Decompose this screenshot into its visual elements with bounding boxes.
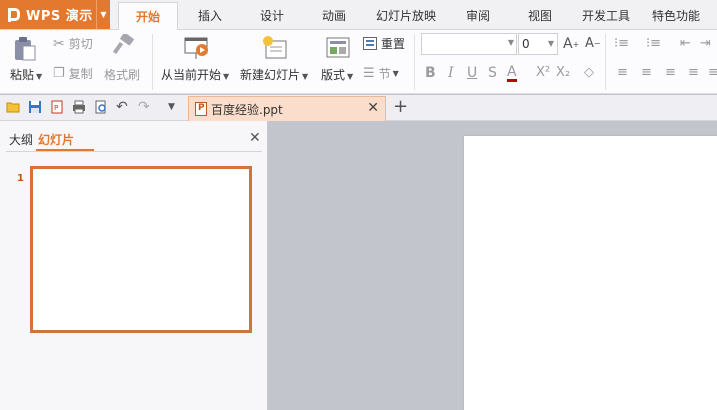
- chevron-down-icon: ▼: [36, 72, 43, 81]
- close-icon[interactable]: ✕: [249, 130, 261, 146]
- bold-icon[interactable]: B: [425, 65, 436, 81]
- copy-icon: ❐: [53, 66, 65, 81]
- slide-thumbnail[interactable]: [30, 166, 252, 333]
- subscript-icon[interactable]: X₂: [556, 65, 570, 80]
- app-name: WPS 演示: [26, 9, 93, 24]
- menu-bar: WPS 演示 ▼ 开始 插入 设计 动画 幻灯片放映 审阅 视图 开发工具 特色…: [0, 0, 717, 31]
- new-slide-label: 新建幻灯片: [240, 68, 301, 82]
- svg-text:P: P: [54, 104, 58, 112]
- slide-editor-canvas[interactable]: [269, 121, 717, 410]
- close-icon[interactable]: ✕: [367, 100, 379, 116]
- section-icon: ☰: [363, 66, 375, 81]
- from-current-label: 从当前开始: [161, 68, 222, 82]
- open-folder-icon[interactable]: [6, 100, 20, 114]
- chevron-down-icon: ▼: [507, 38, 514, 47]
- slideshow-play-icon[interactable]: [184, 36, 210, 63]
- document-title: 百度经验.ppt: [211, 102, 283, 117]
- font-name-select[interactable]: ▼: [421, 33, 517, 55]
- print-preview-icon[interactable]: [94, 100, 108, 114]
- layout-button[interactable]: 版式 ▼: [321, 66, 353, 83]
- quick-access-toolbar: P ↶ ↷ ▼ 百度经验.ppt ✕ +: [0, 95, 717, 121]
- new-tab-plus-icon[interactable]: +: [393, 96, 408, 117]
- save-icon[interactable]: [28, 100, 42, 114]
- increase-indent-icon[interactable]: ⇥: [700, 36, 711, 51]
- layout-label: 版式: [321, 68, 346, 82]
- redo-icon[interactable]: ↷: [138, 100, 152, 114]
- wps-logo-icon: [6, 7, 22, 23]
- chevron-down-icon: ▼: [392, 69, 399, 78]
- reset-icon: [363, 37, 377, 50]
- undo-icon[interactable]: ↶: [116, 100, 130, 114]
- chevron-down-icon[interactable]: ▼: [96, 0, 110, 29]
- tab-view[interactable]: 视图: [522, 0, 558, 30]
- grow-font-icon[interactable]: A +: [563, 36, 579, 52]
- paste-button[interactable]: 粘贴 ▼: [10, 66, 42, 83]
- panel-tabs: 大纲 幻灯片 ✕: [0, 121, 268, 152]
- clear-format-icon[interactable]: ◇: [584, 65, 594, 80]
- justify-icon[interactable]: ≡: [688, 65, 699, 80]
- tab-home[interactable]: 开始: [118, 2, 178, 31]
- slide-number: 1: [17, 173, 24, 184]
- tab-special[interactable]: 特色功能: [648, 0, 704, 30]
- divider: [605, 34, 606, 90]
- divider: [414, 34, 415, 90]
- chevron-down-icon: ▼: [547, 39, 554, 48]
- italic-icon[interactable]: I: [448, 65, 454, 81]
- chevron-down-icon: ▼: [302, 72, 309, 81]
- reset-button[interactable]: 重置: [363, 35, 405, 52]
- app-menu-button[interactable]: WPS 演示 ▼: [0, 0, 110, 29]
- tab-developer[interactable]: 开发工具: [578, 0, 634, 30]
- font-size-value: 0: [522, 37, 530, 51]
- cut-label: 剪切: [68, 37, 93, 51]
- new-slide-button[interactable]: 新建幻灯片 ▼: [240, 66, 308, 83]
- tab-slideshow[interactable]: 幻灯片放映: [372, 0, 440, 30]
- shrink-font-icon[interactable]: A −: [585, 36, 601, 51]
- tab-insert[interactable]: 插入: [192, 0, 228, 30]
- section-label: 节: [378, 67, 391, 81]
- divider: [152, 34, 153, 90]
- slides-panel: 大纲 幻灯片 ✕ 1: [0, 121, 268, 410]
- paste-label: 粘贴: [10, 68, 35, 82]
- current-slide[interactable]: [464, 136, 717, 410]
- from-current-button[interactable]: 从当前开始 ▼: [161, 66, 229, 83]
- divider: [6, 151, 262, 152]
- ppt-file-icon: [195, 102, 207, 116]
- align-left-icon[interactable]: ≡: [617, 65, 628, 80]
- decrease-indent-icon[interactable]: ⇤: [680, 36, 691, 51]
- shadow-icon[interactable]: S: [488, 65, 497, 81]
- align-right-icon[interactable]: ≡: [665, 65, 676, 80]
- font-size-select[interactable]: 0 ▼: [518, 33, 558, 55]
- customize-toolbar-icon[interactable]: ▼: [168, 100, 182, 114]
- cut-button[interactable]: ✂ 剪切: [53, 35, 93, 52]
- document-tab[interactable]: 百度经验.ppt ✕: [188, 96, 386, 121]
- tab-review[interactable]: 审阅: [460, 0, 496, 30]
- paste-icon[interactable]: [12, 36, 38, 65]
- new-slide-icon[interactable]: [262, 35, 288, 64]
- format-painter-icon[interactable]: [112, 32, 134, 61]
- print-icon[interactable]: [72, 100, 86, 114]
- chevron-down-icon: ▼: [223, 72, 230, 81]
- tab-animation[interactable]: 动画: [316, 0, 352, 30]
- reset-label: 重置: [381, 37, 406, 51]
- bullet-list-icon[interactable]: ⁝≡: [614, 36, 629, 51]
- chevron-down-icon: ▼: [347, 72, 354, 81]
- copy-button[interactable]: ❐ 复制: [53, 65, 93, 82]
- copy-label: 复制: [68, 67, 93, 81]
- format-painter-button[interactable]: 格式刷: [104, 66, 140, 83]
- distribute-icon[interactable]: ≡: [708, 65, 717, 80]
- scissors-icon: ✂: [53, 35, 65, 52]
- tab-slides[interactable]: 幻灯片: [38, 131, 74, 148]
- superscript-icon[interactable]: X²: [536, 65, 550, 80]
- layout-icon[interactable]: [326, 36, 350, 63]
- tab-separator: [29, 133, 30, 145]
- section-button[interactable]: ☰ 节 ▼: [363, 65, 399, 82]
- tab-design[interactable]: 设计: [254, 0, 290, 30]
- font-color-icon[interactable]: A: [507, 65, 517, 82]
- align-center-icon[interactable]: ≡: [641, 65, 652, 80]
- ribbon: 粘贴 ▼ ✂ 剪切 ❐ 复制 格式刷 从当前开始 ▼ 新建幻灯片 ▼ 版式 ▼ 重置 ☰…: [0, 30, 717, 94]
- numbered-list-icon[interactable]: ⁝≡: [646, 36, 661, 51]
- export-pdf-icon[interactable]: P: [50, 100, 64, 114]
- underline-icon[interactable]: U: [467, 65, 477, 81]
